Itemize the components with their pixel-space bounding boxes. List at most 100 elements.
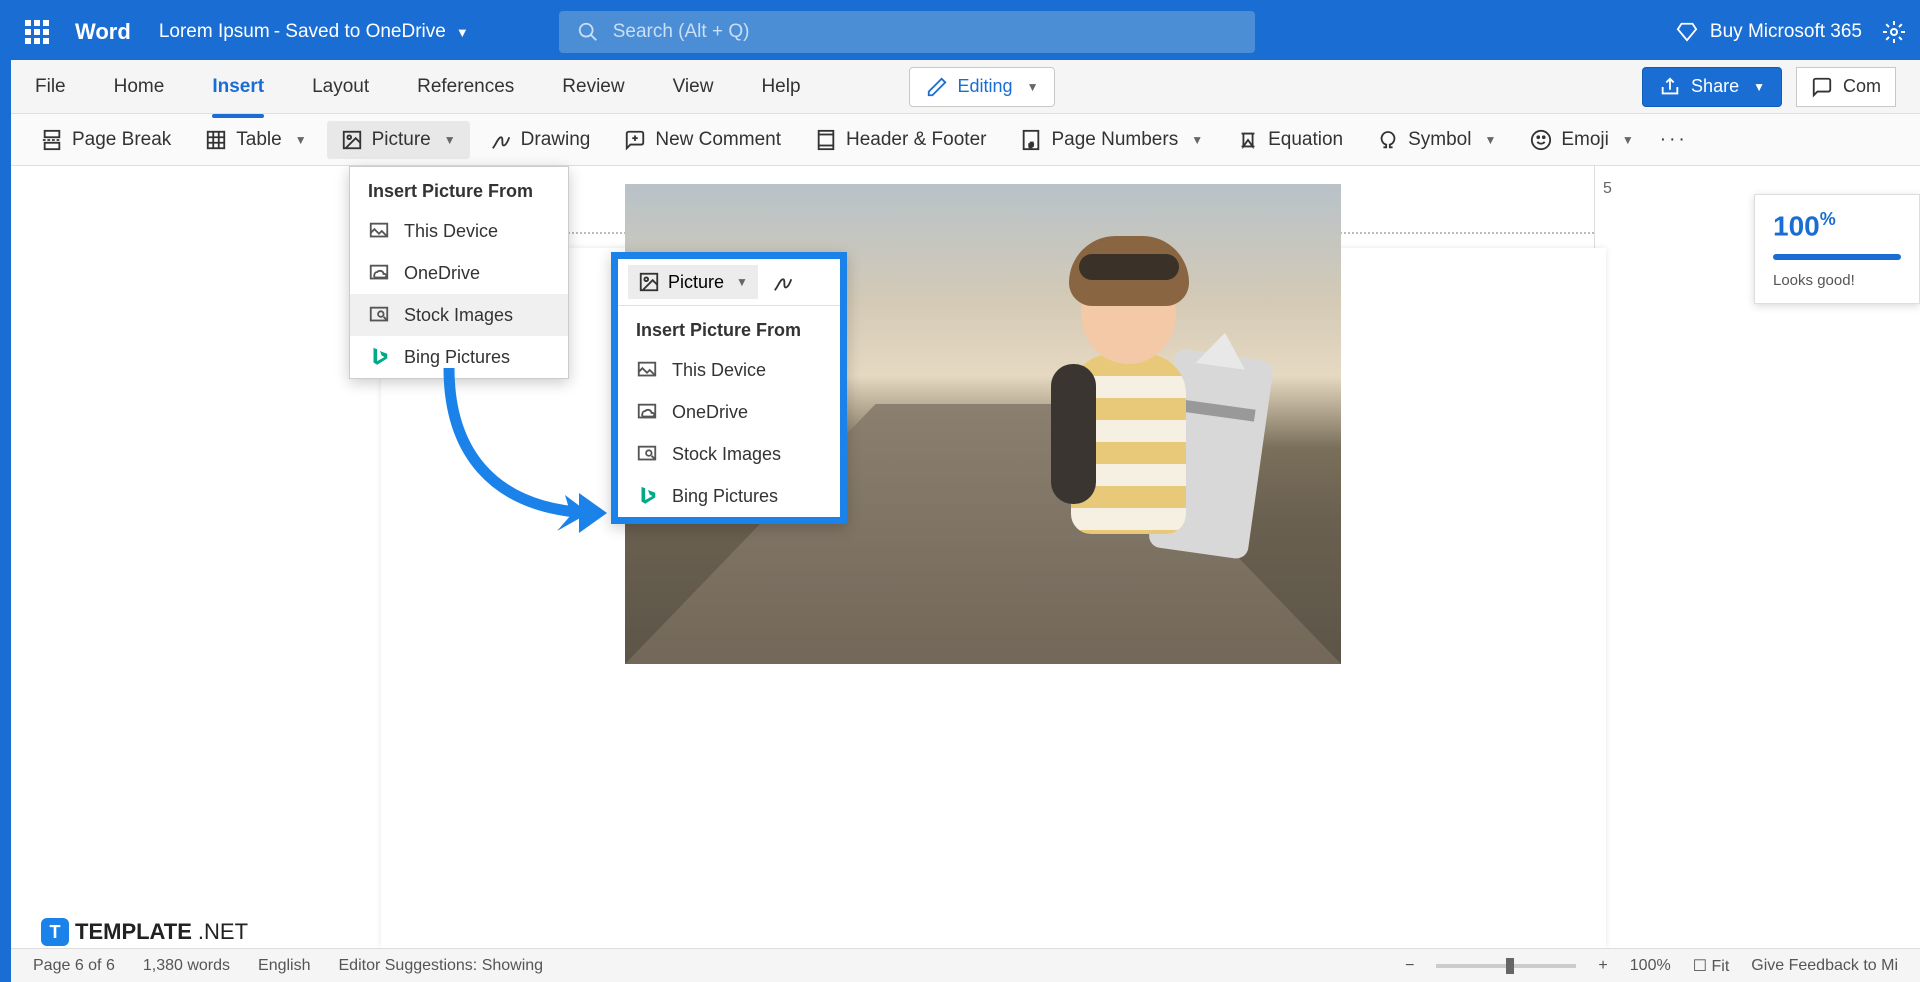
zoom-level[interactable]: 100%: [1630, 957, 1671, 975]
titlebar: Word Lorem Ipsum - Saved to OneDrive ▼ S…: [11, 4, 1920, 60]
symbol-button[interactable]: Symbol ▼: [1363, 121, 1510, 159]
callout-menu-this-device[interactable]: This Device: [618, 349, 840, 391]
callout-picture-button[interactable]: Picture ▼: [628, 265, 758, 299]
fit-button[interactable]: ☐ Fit: [1693, 956, 1730, 976]
insert-ribbon: Page Break Table ▼ Picture ▼ Drawing New…: [11, 114, 1920, 166]
tab-review[interactable]: Review: [562, 70, 624, 104]
share-button[interactable]: Share ▼: [1642, 67, 1782, 107]
chevron-down-icon: ▼: [1622, 133, 1634, 147]
editor-score-panel[interactable]: 100% Looks good!: [1754, 194, 1920, 304]
chevron-down-icon: ▼: [1027, 80, 1039, 94]
stock-images-icon: [636, 443, 658, 465]
new-comment-icon: [624, 129, 646, 151]
share-icon: [1659, 76, 1681, 98]
editor-score-bar: [1773, 254, 1901, 260]
tab-references[interactable]: References: [417, 70, 514, 104]
drawing-icon: [490, 129, 512, 151]
menu-onedrive[interactable]: OneDrive: [350, 252, 568, 294]
pencil-icon: [926, 76, 948, 98]
table-button[interactable]: Table ▼: [191, 121, 320, 159]
zoom-slider[interactable]: [1436, 964, 1576, 968]
document-title[interactable]: Lorem Ipsum - Saved to OneDrive ▼: [159, 21, 469, 43]
equation-button[interactable]: Equation: [1223, 121, 1357, 159]
callout-menu-bing-pictures[interactable]: Bing Pictures: [618, 475, 840, 517]
diamond-icon: [1676, 21, 1698, 43]
page-numbers-button[interactable]: # Page Numbers ▼: [1006, 121, 1217, 159]
chevron-down-icon: ▼: [456, 25, 469, 40]
chevron-down-icon: ▼: [736, 275, 748, 289]
callout-menu-onedrive[interactable]: OneDrive: [618, 391, 840, 433]
feedback-link[interactable]: Give Feedback to Mi: [1751, 957, 1898, 975]
picture-icon: [341, 129, 363, 151]
symbol-icon: [1377, 129, 1399, 151]
picture-icon: [638, 271, 660, 293]
page-numbers-icon: #: [1020, 129, 1042, 151]
header-footer-icon: [815, 129, 837, 151]
search-input[interactable]: Search (Alt + Q): [559, 11, 1255, 53]
save-status: - Saved to OneDrive: [274, 21, 446, 43]
chevron-down-icon: ▼: [1753, 80, 1765, 94]
emoji-icon: [1530, 129, 1552, 151]
ruler-mark: 5: [1603, 180, 1612, 230]
editor-status-text: Looks good!: [1773, 272, 1901, 289]
chevron-down-icon: ▼: [444, 133, 456, 147]
image-child: [1011, 224, 1251, 604]
bing-icon: [636, 485, 658, 507]
comment-icon: [1811, 76, 1833, 98]
buy-microsoft-365-button[interactable]: Buy Microsoft 365: [1676, 21, 1862, 43]
page-break-button[interactable]: Page Break: [27, 121, 185, 159]
comments-button[interactable]: Com: [1796, 67, 1896, 107]
template-logo-icon: T: [41, 918, 69, 946]
onedrive-icon: [368, 262, 390, 284]
zoom-out-button[interactable]: −: [1405, 957, 1414, 975]
picture-dropdown: Insert Picture From This Device OneDrive…: [349, 166, 569, 379]
tab-view[interactable]: View: [673, 70, 714, 104]
editing-mode-button[interactable]: Editing ▼: [909, 67, 1056, 107]
header-footer-button[interactable]: Header & Footer: [801, 121, 1000, 159]
equation-icon: [1237, 129, 1259, 151]
app-launcher-icon[interactable]: [25, 20, 49, 44]
status-language[interactable]: English: [258, 957, 310, 975]
device-icon: [636, 359, 658, 381]
drawing-button[interactable]: Drawing: [476, 121, 605, 159]
drawing-icon[interactable]: [772, 271, 794, 293]
picture-dropdown-callout: Picture ▼ Insert Picture From This Devic…: [611, 252, 847, 524]
doc-name: Lorem Ipsum: [159, 21, 270, 43]
tab-layout[interactable]: Layout: [312, 70, 369, 104]
tab-file[interactable]: File: [35, 70, 66, 104]
tab-insert[interactable]: Insert: [212, 70, 264, 104]
callout-arrow: [429, 358, 629, 538]
menu-this-device[interactable]: This Device: [350, 210, 568, 252]
new-comment-button[interactable]: New Comment: [610, 121, 795, 159]
template-watermark: T TEMPLATE.NET: [41, 918, 248, 946]
search-icon: [577, 21, 599, 43]
zoom-in-button[interactable]: +: [1598, 957, 1607, 975]
tab-row: File Home Insert Layout References Revie…: [11, 60, 1920, 114]
tab-home[interactable]: Home: [114, 70, 165, 104]
callout-dropdown-header: Insert Picture From: [618, 306, 840, 349]
bing-icon: [368, 346, 390, 368]
chevron-down-icon: ▼: [1484, 133, 1496, 147]
onedrive-icon: [636, 401, 658, 423]
stock-images-icon: [368, 304, 390, 326]
table-icon: [205, 129, 227, 151]
svg-text:#: #: [1030, 140, 1035, 149]
device-icon: [368, 220, 390, 242]
ribbon-overflow-button[interactable]: ···: [1660, 129, 1688, 151]
status-editor-suggestions[interactable]: Editor Suggestions: Showing: [339, 957, 544, 975]
status-bar: Page 6 of 6 1,380 words English Editor S…: [11, 948, 1920, 982]
menu-stock-images[interactable]: Stock Images: [350, 294, 568, 336]
chevron-down-icon: ▼: [1191, 133, 1203, 147]
gear-icon[interactable]: [1882, 20, 1906, 44]
callout-menu-stock-images[interactable]: Stock Images: [618, 433, 840, 475]
search-placeholder: Search (Alt + Q): [613, 21, 750, 43]
editor-score: 100%: [1773, 209, 1901, 242]
status-word-count[interactable]: 1,380 words: [143, 957, 230, 975]
picture-button[interactable]: Picture ▼: [327, 121, 470, 159]
page-break-icon: [41, 129, 63, 151]
dropdown-header: Insert Picture From: [350, 167, 568, 210]
status-page[interactable]: Page 6 of 6: [33, 957, 115, 975]
chevron-down-icon: ▼: [295, 133, 307, 147]
tab-help[interactable]: Help: [761, 70, 800, 104]
emoji-button[interactable]: Emoji ▼: [1516, 121, 1647, 159]
